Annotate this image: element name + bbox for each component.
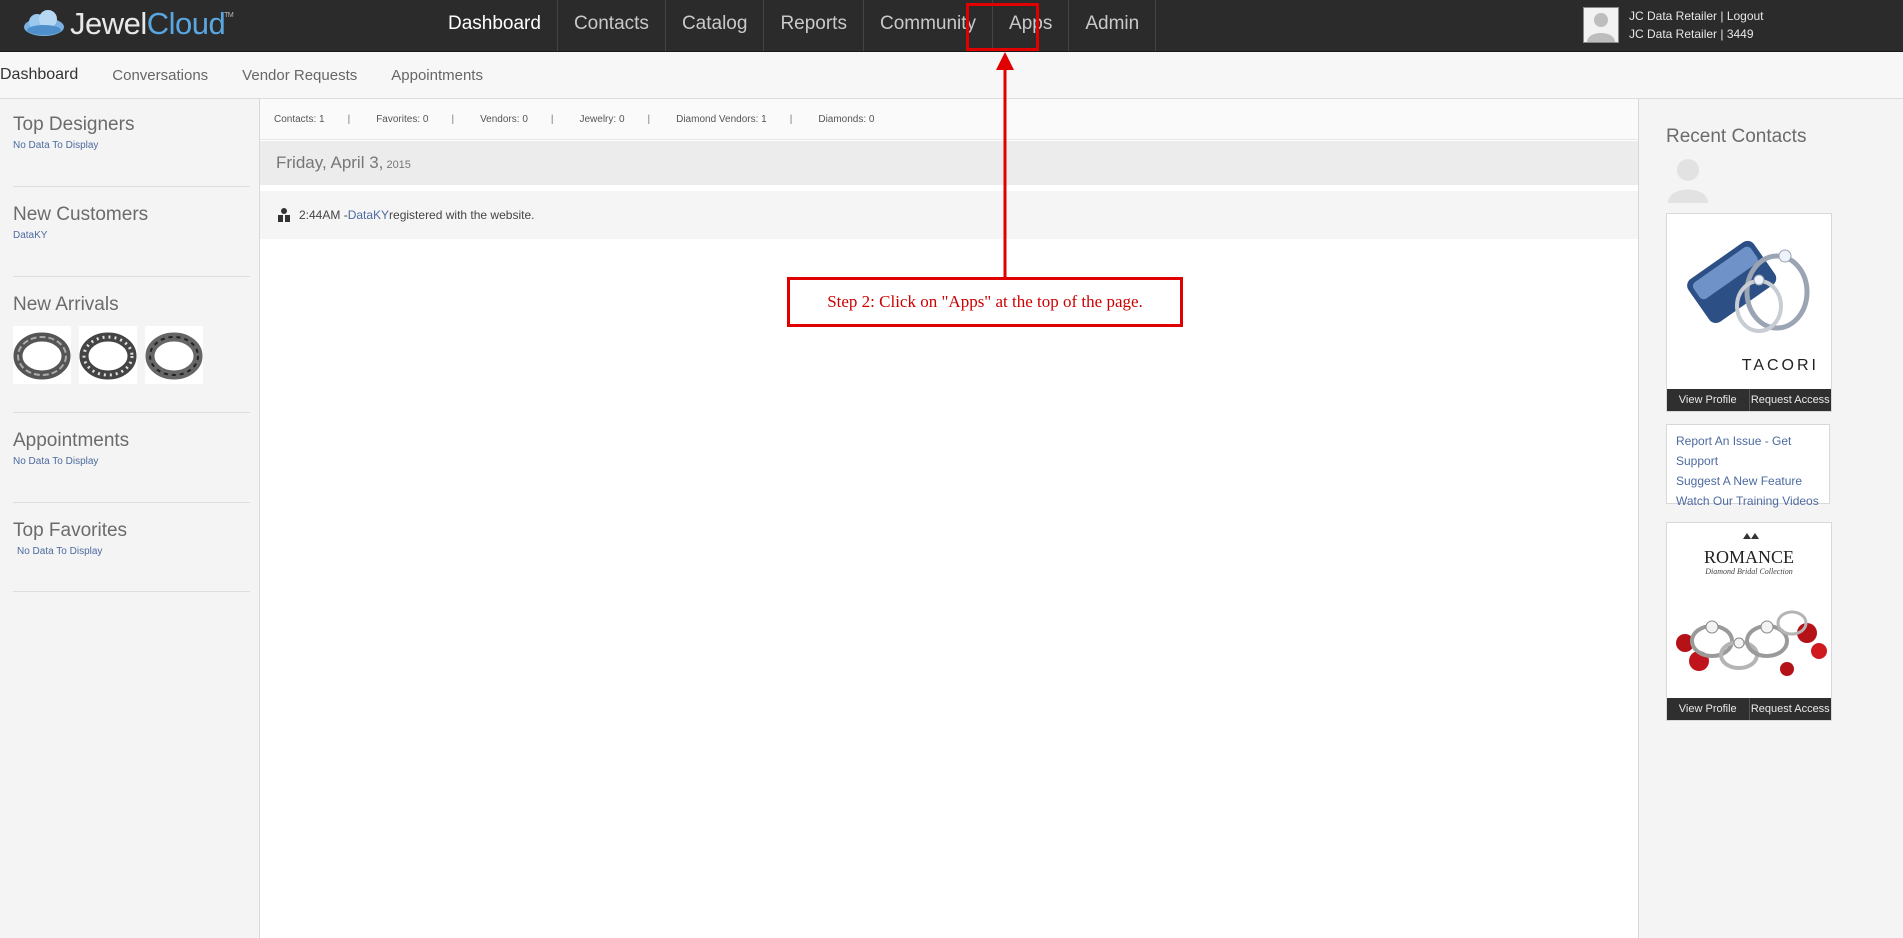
cloud-icon <box>20 9 68 39</box>
recent-contacts-title: Recent Contacts <box>1666 126 1807 147</box>
stat-diamond-vendors: Diamond Vendors: 1 <box>676 113 767 125</box>
new-customers-title: New Customers <box>13 204 149 225</box>
annotation-arrow-icon <box>996 52 1014 277</box>
user-info: JC Data Retailer | Logout JC Data Retail… <box>1629 7 1764 43</box>
arrival-ring-3[interactable] <box>145 326 203 384</box>
training-videos-link[interactable]: Watch Our Training Videos <box>1676 491 1829 511</box>
romance-brand: ROMANCE <box>1703 547 1794 567</box>
request-access-button[interactable]: Request Access <box>1748 698 1832 720</box>
stat-jewelry: Jewelry: 0 <box>579 113 625 125</box>
view-profile-button[interactable]: View Profile <box>1667 389 1749 411</box>
nav-admin[interactable]: Admin <box>1069 0 1157 51</box>
top-navbar: JewelCloud TM Dashboard Contacts Catalog… <box>0 0 1903 52</box>
new-customers-section: New Customers DataKY <box>13 204 250 241</box>
romance-tagline: Diamond Bridal Collection <box>1705 567 1793 576</box>
stat-favorites: Favorites: 0 <box>376 113 429 125</box>
subnav-conversations[interactable]: Conversations <box>112 67 208 84</box>
logo-text-jewel: Jewel <box>70 6 147 41</box>
activity-item: 2:44AM - DataKY registered with the webs… <box>260 191 1638 239</box>
request-access-button[interactable]: Request Access <box>1748 389 1832 411</box>
top-designers-section: Top Designers No Data To Display <box>13 114 250 151</box>
stat-separator: | <box>789 113 793 125</box>
divider <box>13 276 250 277</box>
logo-text: JewelCloud TM <box>70 6 234 42</box>
nav-catalog[interactable]: Catalog <box>666 0 765 51</box>
stat-vendors: Vendors: 0 <box>480 113 528 125</box>
appointments-empty: No Data To Display <box>13 456 99 467</box>
new-customer-link[interactable]: DataKY <box>13 230 250 241</box>
arrival-ring-1[interactable] <box>13 326 71 384</box>
stat-separator: | <box>347 113 351 125</box>
user-box: JC Data Retailer | Logout JC Data Retail… <box>1583 7 1764 43</box>
main-content: Contacts: 1 | Favorites: 0 | Vendors: 0 … <box>259 99 1639 938</box>
top-designers-title: Top Designers <box>13 114 135 135</box>
new-arrivals-list <box>13 326 250 384</box>
suggest-feature-link[interactable]: Suggest A New Feature <box>1676 471 1829 491</box>
new-arrivals-section: New Arrivals <box>13 294 250 384</box>
activity-time: 2:44AM - <box>299 208 348 222</box>
jewelcloud-logo[interactable]: JewelCloud TM <box>20 4 234 44</box>
vendor-card-tacori: TACORI View Profile Request Access <box>1666 213 1832 412</box>
divider <box>13 412 250 413</box>
user-avatar[interactable] <box>1583 7 1619 43</box>
arrival-ring-2[interactable] <box>79 326 137 384</box>
feed-date-main: Friday, April 3, <box>276 153 384 172</box>
top-favorites-section: Top Favorites No Data To Display <box>13 520 250 557</box>
feed-date: Friday, April 3, 2015 <box>276 153 411 173</box>
top-designers-empty: No Data To Display <box>13 140 99 151</box>
subnav-vendor-requests[interactable]: Vendor Requests <box>242 67 357 84</box>
left-sidebar: Top Designers No Data To Display New Cus… <box>0 99 258 938</box>
romance-image[interactable]: ROMANCE Diamond Bridal Collection <box>1667 523 1831 698</box>
users-icon <box>276 207 292 223</box>
tacori-brand: TACORI <box>1741 357 1819 374</box>
stats-bar: Contacts: 1 | Favorites: 0 | Vendors: 0 … <box>260 99 1638 140</box>
nav-contacts[interactable]: Contacts <box>558 0 666 51</box>
apps-highlight-box <box>966 3 1039 51</box>
romance-actions: View Profile Request Access <box>1667 698 1831 720</box>
user-id-line: JC Data Retailer | 3449 <box>1629 27 1754 41</box>
stat-separator: | <box>550 113 554 125</box>
logo-text-cloud: Cloud <box>146 6 226 41</box>
logo-trademark: TM <box>224 12 234 19</box>
view-profile-button[interactable]: View Profile <box>1667 698 1749 720</box>
right-sidebar: Recent Contacts TACORI View Profile Requ… <box>1638 99 1903 938</box>
support-links: Report An Issue - Get Support Suggest A … <box>1666 424 1830 508</box>
divider <box>13 186 250 187</box>
stat-contacts: Contacts: 1 <box>274 113 325 125</box>
activity-user-link[interactable]: DataKY <box>348 208 389 222</box>
activity-text: registered with the website. <box>389 208 535 222</box>
tacori-actions: View Profile Request Access <box>1667 389 1831 411</box>
nav-dashboard[interactable]: Dashboard <box>432 0 558 51</box>
new-arrivals-title: New Arrivals <box>13 294 119 315</box>
stat-diamonds: Diamonds: 0 <box>818 113 875 125</box>
top-favorites-empty: No Data To Display <box>17 546 103 557</box>
nav-reports[interactable]: Reports <box>764 0 864 51</box>
vendor-card-romance: ROMANCE Diamond Bridal Collection View P… <box>1666 522 1832 721</box>
main-nav: Dashboard Contacts Catalog Reports Commu… <box>432 0 1157 51</box>
report-issue-link[interactable]: Report An Issue - Get Support <box>1676 431 1829 471</box>
tutorial-callout: Step 2: Click on "Apps" at the top of th… <box>787 277 1183 327</box>
subnav-appointments[interactable]: Appointments <box>391 67 483 84</box>
appointments-title: Appointments <box>13 430 130 451</box>
subnav-dashboard[interactable]: Dashboard <box>0 66 78 84</box>
stat-separator: | <box>647 113 651 125</box>
contact-avatar-icon[interactable] <box>1666 155 1710 203</box>
top-favorites-title: Top Favorites <box>13 520 128 541</box>
appointments-section: Appointments No Data To Display <box>13 430 250 467</box>
stat-separator: | <box>451 113 455 125</box>
divider <box>13 502 250 503</box>
tacori-image[interactable]: TACORI <box>1667 214 1831 389</box>
feed-date-year: 2015 <box>383 159 411 171</box>
sub-nav: Dashboard Conversations Vendor Requests … <box>0 52 1903 99</box>
divider <box>13 591 250 592</box>
date-header: Friday, April 3, 2015 <box>260 141 1638 185</box>
user-logout-line[interactable]: JC Data Retailer | Logout <box>1629 7 1764 25</box>
